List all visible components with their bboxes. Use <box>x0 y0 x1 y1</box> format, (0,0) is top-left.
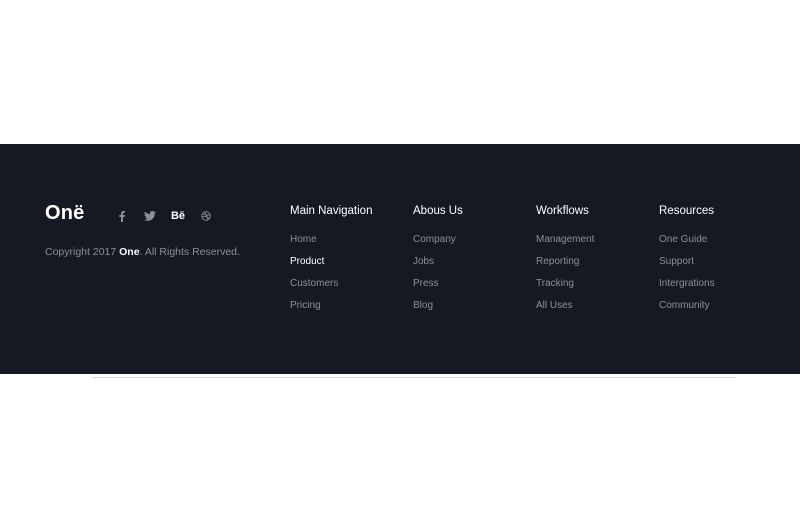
footer-link-product[interactable]: Product <box>290 256 324 267</box>
brand-logo[interactable]: Onë <box>45 202 85 225</box>
footer-link-management[interactable]: Management <box>536 234 594 245</box>
column-heading: Workflows <box>536 205 589 217</box>
footer-link-integrations[interactable]: Intergrations <box>659 278 715 289</box>
column-heading: Main Navigation <box>290 205 373 217</box>
social-links: Bē <box>108 209 220 223</box>
footer-column-workflows: Workflows Management Reporting Tracking … <box>536 205 656 319</box>
footer-link-press[interactable]: Press <box>413 278 439 289</box>
divider <box>92 377 736 378</box>
footer-link-jobs[interactable]: Jobs <box>413 256 434 267</box>
footer-link-pricing[interactable]: Pricing <box>290 300 321 311</box>
twitter-icon[interactable] <box>136 209 164 223</box>
footer-link-community[interactable]: Community <box>659 300 710 311</box>
footer-column-main-navigation: Main Navigation Home Product Customers P… <box>290 205 410 319</box>
footer-link-customers[interactable]: Customers <box>290 278 338 289</box>
footer-column-about-us: Abous Us Company Jobs Press Blog <box>413 205 533 319</box>
footer-link-all-uses[interactable]: All Uses <box>536 300 573 311</box>
footer-link-reporting[interactable]: Reporting <box>536 256 579 267</box>
footer-link-one-guide[interactable]: One Guide <box>659 234 707 245</box>
behance-icon[interactable]: Bē <box>164 209 192 223</box>
footer-link-blog[interactable]: Blog <box>413 300 433 311</box>
footer-link-support[interactable]: Support <box>659 256 694 267</box>
footer-column-resources: Resources One Guide Support Intergration… <box>659 205 779 319</box>
column-heading: Abous Us <box>413 205 463 217</box>
facebook-icon[interactable] <box>108 209 136 223</box>
footer-link-company[interactable]: Company <box>413 234 456 245</box>
column-heading: Resources <box>659 205 714 217</box>
footer-link-tracking[interactable]: Tracking <box>536 278 574 289</box>
footer-link-home[interactable]: Home <box>290 234 317 245</box>
copyright-text: Copyright 2017 One. All Rights Reserved. <box>45 246 240 258</box>
dribbble-icon[interactable] <box>192 209 220 223</box>
